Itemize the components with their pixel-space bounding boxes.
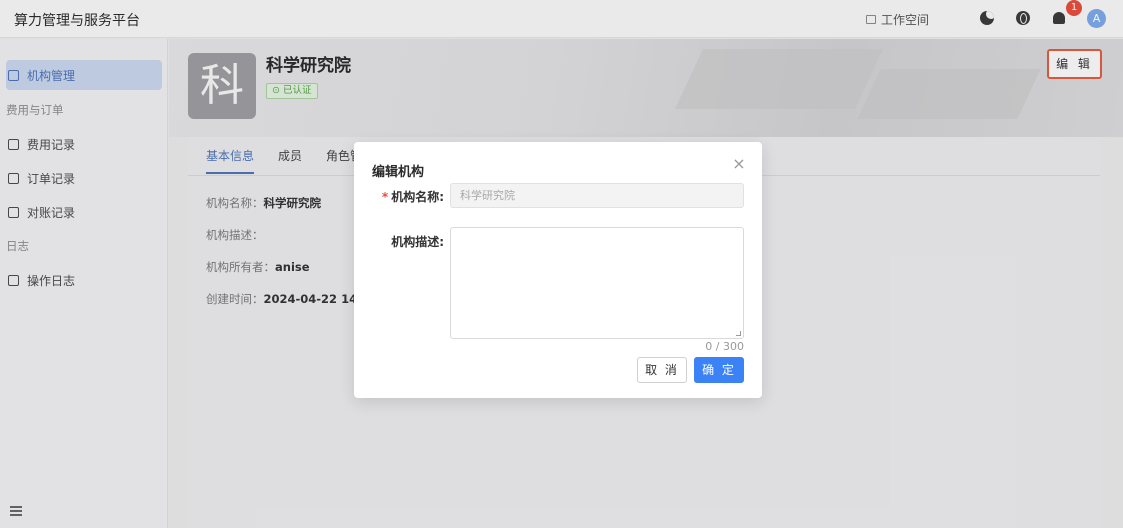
modal-title: 编辑机构	[372, 165, 425, 180]
org-name-input[interactable]: 科学研究院	[450, 183, 744, 208]
char-counter: 0 / 300	[705, 340, 744, 353]
cancel-button[interactable]: 取 消	[637, 357, 687, 383]
org-name-label: * 机构名称:	[354, 188, 444, 205]
confirm-button[interactable]: 确 定	[694, 357, 744, 383]
edit-org-modal: 编辑机构 × * 机构名称: 科学研究院 机构描述: 0 / 300 取 消 确 …	[354, 142, 762, 398]
close-icon[interactable]: ×	[732, 156, 746, 172]
org-name-label-text: 机构名称:	[391, 190, 444, 204]
org-desc-label: 机构描述:	[391, 235, 444, 249]
resize-handle-icon[interactable]	[736, 331, 741, 336]
required-asterisk: *	[381, 190, 389, 204]
org-desc-textarea[interactable]	[450, 227, 744, 339]
